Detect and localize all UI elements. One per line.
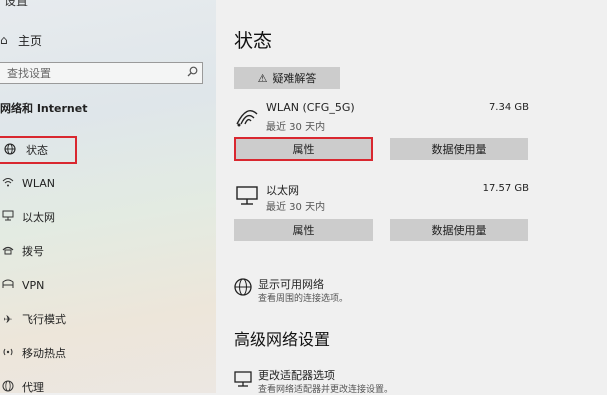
search-icon	[182, 66, 202, 80]
properties-button[interactable]: 属性	[234, 137, 373, 161]
vpn-icon	[0, 279, 16, 292]
page-title: 状态	[234, 30, 273, 52]
network-data-size: 17.57 GB	[482, 183, 529, 194]
sidebar-item-airplane[interactable]: ✈ 飞行模式	[0, 306, 66, 332]
ethernet-icon	[0, 210, 16, 224]
advanced-settings-heading: 高级网络设置	[234, 330, 331, 349]
search-placeholder: 查找设置	[7, 67, 51, 80]
troubleshoot-button[interactable]: ⚠ 疑难解答	[234, 67, 340, 89]
section-title: 网络和 Internet	[0, 102, 88, 115]
sidebar-item-label: 拨号	[22, 245, 44, 258]
network-usage-period: 最近 30 天内	[266, 122, 326, 133]
sidebar-item-label: 状态	[26, 144, 48, 157]
window-title: 设置	[4, 0, 29, 8]
sidebar-item-hotspot[interactable]: 移动热点	[0, 340, 66, 366]
warning-icon: ⚠	[257, 71, 268, 85]
sidebar: 设置 ⌂ 主页 查找设置 网络和 Internet 状态 WLAN 以太网 拨号	[0, 0, 216, 393]
airplane-icon: ✈	[3, 312, 13, 326]
data-usage-button[interactable]: 数据使用量	[390, 219, 528, 241]
show-networks-description: 查看周围的连接选项。	[258, 294, 349, 304]
dialup-icon	[0, 245, 16, 258]
sidebar-item-status[interactable]: 状态	[0, 136, 77, 164]
main-panel: 状态 ⚠ 疑难解答 WLAN (CFG_5G) 最近 30 天内 7.34 GB…	[216, 0, 607, 395]
sidebar-item-label: 代理	[22, 381, 44, 393]
search-input[interactable]: 查找设置	[0, 62, 203, 84]
sidebar-item-wlan[interactable]: WLAN	[0, 170, 55, 196]
globe-icon	[2, 142, 18, 158]
adapter-options-description: 查看网络适配器并更改连接设置。	[258, 385, 394, 395]
adapter-icon	[234, 371, 252, 387]
sidebar-item-vpn[interactable]: VPN	[0, 272, 44, 298]
network-data-size: 7.34 GB	[488, 102, 529, 113]
wifi-icon	[0, 177, 16, 190]
sidebar-item-label: 飞行模式	[22, 313, 66, 326]
network-usage-period: 最近 30 天内	[266, 202, 326, 213]
show-networks-link[interactable]: 显示可用网络	[258, 276, 324, 292]
properties-button[interactable]: 属性	[234, 219, 373, 241]
sidebar-item-label: VPN	[22, 278, 45, 292]
sidebar-item-label: 移动热点	[22, 347, 66, 360]
adapter-options-link[interactable]: 更改适配器选项	[258, 367, 335, 383]
sidebar-item-ethernet[interactable]: 以太网	[0, 204, 55, 230]
sidebar-item-proxy[interactable]: 代理	[0, 374, 44, 393]
sidebar-item-dialup[interactable]: 拨号	[0, 238, 44, 264]
home-icon: ⌂	[0, 33, 8, 47]
hotspot-icon	[0, 346, 16, 361]
network-name: WLAN (CFG_5G)	[266, 101, 355, 114]
globe-network-icon	[234, 278, 252, 296]
sidebar-item-label: WLAN	[22, 176, 56, 190]
wifi-icon	[236, 110, 258, 127]
globe-icon	[0, 380, 16, 394]
sidebar-item-home[interactable]: ⌂ 主页	[0, 28, 42, 52]
network-name: 以太网	[266, 184, 299, 197]
ethernet-icon	[236, 186, 258, 205]
sidebar-item-label: 以太网	[22, 211, 55, 224]
data-usage-button[interactable]: 数据使用量	[390, 138, 528, 160]
sidebar-item-label: 主页	[18, 33, 43, 48]
troubleshoot-label: 疑难解答	[272, 72, 317, 85]
